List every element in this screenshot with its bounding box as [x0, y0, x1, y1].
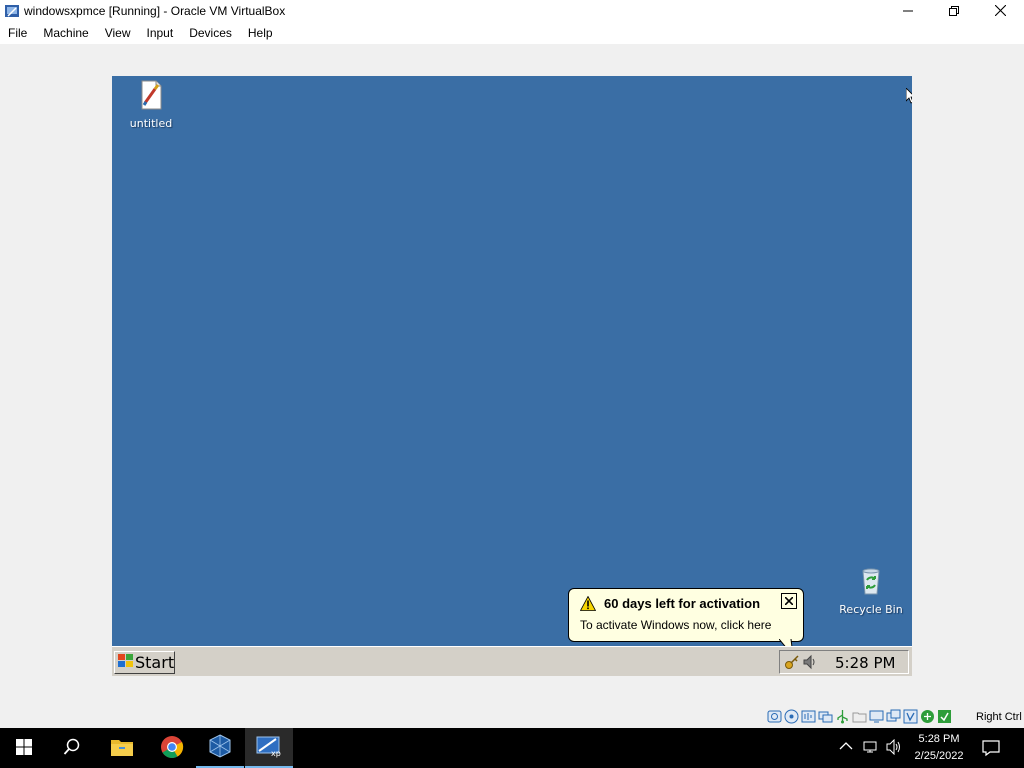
device-indicators	[767, 709, 952, 724]
guest-desktop[interactable]: untitled Recycle Bin 60 days left for ac…	[112, 76, 912, 676]
virtualbox-vm-icon	[4, 3, 20, 19]
display-icon[interactable]	[869, 709, 884, 724]
warning-icon	[579, 595, 597, 614]
close-icon	[784, 594, 794, 608]
cpu-icon[interactable]	[903, 709, 918, 724]
window-title: windowsxpmce [Running] - Oracle VM Virtu…	[24, 4, 286, 18]
activation-key-icon[interactable]	[784, 654, 800, 673]
restore-button[interactable]	[931, 0, 977, 23]
chevron-up-icon[interactable]	[839, 740, 853, 754]
balloon-close-button[interactable]	[781, 593, 797, 609]
menu-machine[interactable]: Machine	[35, 23, 96, 44]
audio-icon[interactable]	[801, 709, 816, 724]
start-label: Start	[135, 653, 175, 672]
chrome-icon	[160, 735, 184, 762]
guest-clock[interactable]: 5:28 PM	[835, 654, 895, 672]
paint-file-icon	[135, 80, 167, 114]
activation-balloon[interactable]: 60 days left for activation To activate …	[568, 588, 804, 657]
vm-status-bar: Right Ctrl	[0, 706, 1024, 728]
start-icon	[16, 738, 32, 758]
host-app-virtualbox[interactable]	[196, 728, 244, 768]
keyboard-icon[interactable]	[937, 709, 952, 724]
recycle-bin-icon	[855, 568, 887, 600]
mouse-integration-icon[interactable]	[920, 709, 935, 724]
host-clock[interactable]: 5:28 PM 2/25/2022	[904, 731, 974, 765]
desktop-icon-recycle-bin[interactable]: Recycle Bin	[831, 565, 911, 616]
network-icon[interactable]	[863, 739, 880, 758]
close-icon	[994, 4, 1006, 19]
menu-bar: File Machine View Input Devices Help	[0, 23, 1024, 44]
minimize-button[interactable]	[885, 0, 931, 23]
menu-file[interactable]: File	[0, 23, 35, 44]
menu-help[interactable]: Help	[240, 23, 281, 44]
notification-icon[interactable]	[982, 739, 1000, 760]
host-app-file-explorer[interactable]	[98, 728, 146, 768]
close-button[interactable]	[977, 0, 1023, 23]
recording-icon[interactable]	[886, 709, 901, 724]
guest-system-tray: 5:28 PM	[779, 650, 909, 674]
desktop-icon-label: Recycle Bin	[839, 603, 903, 616]
shared-folders-icon[interactable]	[852, 709, 867, 724]
menu-input[interactable]: Input	[139, 23, 182, 44]
network-icon[interactable]	[818, 709, 833, 724]
host-start-button[interactable]	[0, 728, 48, 768]
host-date: 2/25/2022	[914, 750, 964, 762]
host-app-xp-vm[interactable]: xp	[245, 728, 293, 768]
host-taskbar: xp 5:28 PM 2/25/2022	[0, 728, 1024, 768]
host-search-button[interactable]	[48, 728, 96, 768]
desktop-icon-untitled[interactable]: untitled	[112, 79, 191, 130]
hard-disk-icon[interactable]	[767, 709, 782, 724]
volume-icon[interactable]	[886, 738, 903, 758]
start-button[interactable]: Start	[114, 651, 175, 674]
host-time: 5:28 PM	[918, 733, 960, 745]
optical-drive-icon[interactable]	[784, 709, 799, 724]
host-app-chrome[interactable]	[148, 728, 196, 768]
svg-text:xp: xp	[271, 749, 281, 758]
windows-flag-icon	[118, 653, 133, 672]
mouse-cursor-icon	[906, 88, 912, 104]
window-titlebar[interactable]: windowsxpmce [Running] - Oracle VM Virtu…	[0, 0, 1024, 23]
guest-taskbar: Start 5:28 PM	[112, 646, 912, 676]
usb-icon[interactable]	[835, 709, 850, 724]
virtualbox-icon	[208, 733, 232, 761]
balloon-title: 60 days left for activation	[604, 596, 761, 611]
speaker-icon[interactable]	[802, 654, 818, 673]
windows-xp-vm-icon: xp	[256, 734, 282, 761]
menu-view[interactable]: View	[97, 23, 139, 44]
host-key-label: Right Ctrl	[976, 711, 1022, 723]
search-icon	[63, 738, 81, 759]
maximize-icon	[949, 5, 959, 19]
menu-devices[interactable]: Devices	[181, 23, 240, 44]
file-explorer-icon	[110, 737, 134, 760]
balloon-link[interactable]: To activate Windows now, click here	[580, 618, 771, 632]
desktop-icon-label: untitled	[129, 117, 173, 130]
minimize-icon	[903, 5, 913, 19]
